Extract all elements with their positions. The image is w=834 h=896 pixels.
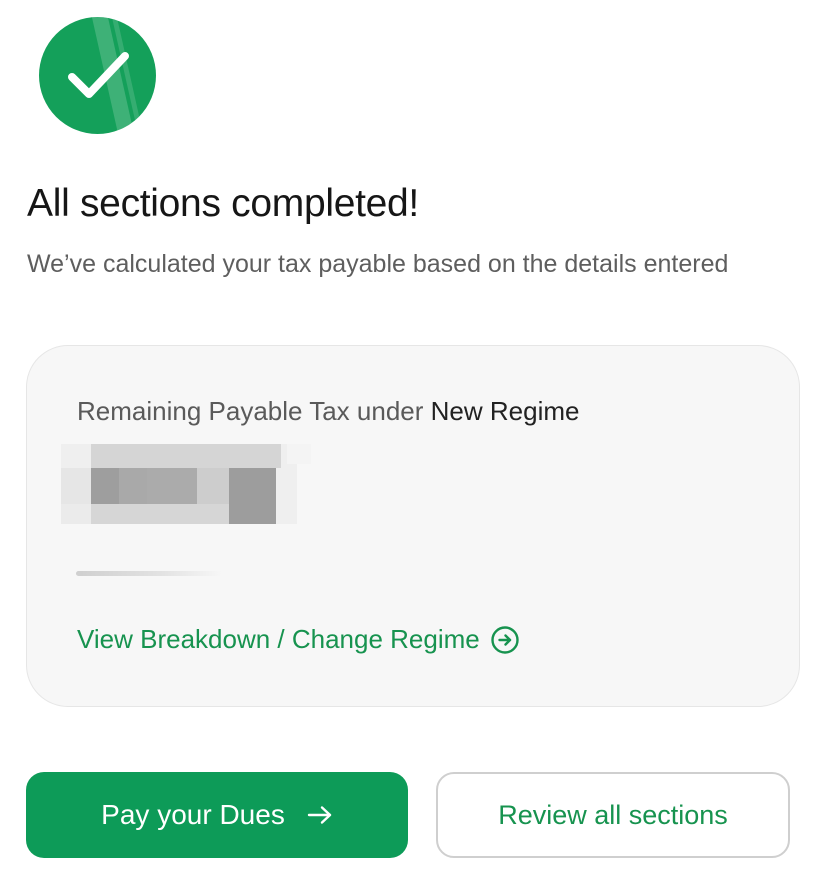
arrow-circle-right-icon [491, 625, 519, 654]
blurred-tax-amount [61, 444, 311, 524]
review-sections-button[interactable]: Review all sections [436, 772, 790, 858]
regime-name: New Regime [430, 396, 580, 426]
page-title: All sections completed! [27, 182, 419, 225]
pay-dues-label: Pay your Dues [101, 799, 285, 830]
pay-dues-button[interactable]: Pay your Dues [26, 772, 408, 858]
checkmark-icon [39, 17, 156, 134]
payable-tax-label-prefix: Remaining Payable Tax under [77, 396, 431, 426]
view-breakdown-label: View Breakdown / Change Regime [77, 624, 480, 654]
view-breakdown-link[interactable]: View Breakdown / Change Regime [77, 624, 520, 655]
blurred-detail-bar [76, 571, 222, 576]
arrow-right-icon [307, 806, 332, 824]
completion-screen: All sections completed! We’ve calculated… [0, 0, 834, 896]
payable-tax-label: Remaining Payable Tax under New Regime [77, 396, 579, 427]
page-subtitle: We’ve calculated your tax payable based … [27, 250, 729, 278]
review-sections-label: Review all sections [498, 799, 728, 830]
tax-summary-card: Remaining Payable Tax under New Regime V… [26, 345, 800, 707]
